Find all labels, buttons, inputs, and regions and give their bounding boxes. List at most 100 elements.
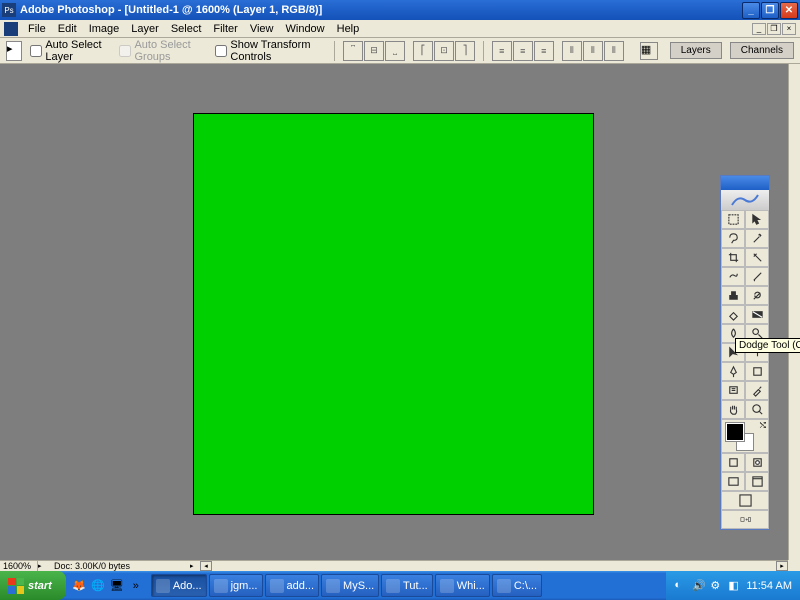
dist-vcenter-button[interactable]: ≡	[513, 41, 533, 61]
mdi-restore-button[interactable]: ❐	[767, 23, 781, 35]
zoom-field[interactable]: 1600%	[0, 561, 38, 571]
task-explorer[interactable]: C:\...	[492, 574, 542, 597]
wand-tool[interactable]	[745, 229, 769, 248]
foreground-color-swatch[interactable]	[726, 423, 744, 441]
dist-left-button[interactable]: ⦀	[562, 41, 582, 61]
photoshop-logo-icon	[721, 190, 769, 210]
auto-select-layer-checkbox[interactable]: Auto Select Layer	[30, 39, 111, 63]
task-mysql[interactable]: MyS...	[321, 574, 379, 597]
shape-tool[interactable]	[745, 362, 769, 381]
lasso-tool[interactable]	[721, 229, 745, 248]
notes-tool[interactable]	[721, 381, 745, 400]
menu-window[interactable]: Window	[280, 22, 331, 36]
task-whi[interactable]: Whi...	[435, 574, 490, 597]
brush-tool[interactable]	[745, 267, 769, 286]
toolbox-drag-handle[interactable]	[721, 176, 769, 190]
close-button[interactable]: ✕	[780, 2, 798, 19]
minimize-button[interactable]: _	[742, 2, 760, 19]
canvas[interactable]	[193, 113, 594, 515]
menu-file[interactable]: File	[22, 22, 52, 36]
dist-right-button[interactable]: ⦀	[604, 41, 624, 61]
eraser-tool[interactable]	[721, 305, 745, 324]
vertical-scrollbar[interactable]	[788, 64, 800, 560]
screen-standard-button[interactable]	[721, 472, 745, 491]
align-hcenter-button[interactable]: ⊡	[434, 41, 454, 61]
move-tool[interactable]	[745, 210, 769, 229]
start-label: start	[28, 580, 52, 592]
menu-help[interactable]: Help	[331, 22, 366, 36]
mdi-close-button[interactable]: ×	[782, 23, 796, 35]
align-right-button[interactable]: ⎤	[455, 41, 475, 61]
swap-colors-icon[interactable]: ⤭	[760, 421, 766, 431]
tray-icon[interactable]: ◧	[728, 579, 742, 593]
align-buttons: ⎴ ⊟ ⎵	[343, 41, 405, 61]
ql-desktop-icon[interactable]: 🖥	[108, 575, 126, 597]
standard-mode-button[interactable]	[721, 453, 745, 472]
color-swatches: ⤭	[721, 419, 769, 453]
imageready-button[interactable]	[721, 510, 769, 529]
menu-image[interactable]: Image	[83, 22, 126, 36]
align-top-button[interactable]: ⎴	[343, 41, 363, 61]
ql-firefox-icon[interactable]: 🦊	[70, 575, 88, 597]
maximize-button[interactable]: ❐	[761, 2, 779, 19]
task-tut[interactable]: Tut...	[381, 574, 433, 597]
menu-view[interactable]: View	[244, 22, 280, 36]
palette-well-button[interactable]: ▦	[640, 42, 658, 60]
history-brush-tool[interactable]	[745, 286, 769, 305]
mdi-minimize-button[interactable]: _	[752, 23, 766, 35]
clock[interactable]: 11:54 AM	[746, 580, 792, 592]
tool-preset-picker[interactable]: ▸	[6, 41, 22, 61]
auto-select-layer-label: Auto Select Layer	[45, 39, 111, 63]
scroll-right-icon[interactable]: ▸	[776, 561, 788, 571]
quickmask-mode-button[interactable]	[745, 453, 769, 472]
zoom-tool[interactable]	[745, 400, 769, 419]
palette-tab-layers[interactable]: Layers	[670, 42, 722, 59]
align-left-button[interactable]: ⎡	[413, 41, 433, 61]
start-button[interactable]: start	[0, 571, 66, 600]
dist-hcenter-button[interactable]: ⦀	[583, 41, 603, 61]
options-bar: ▸ Auto Select Layer Auto Select Groups S…	[0, 38, 800, 64]
align-bottom-button[interactable]: ⎵	[385, 41, 405, 61]
menu-filter[interactable]: Filter	[207, 22, 243, 36]
auto-select-groups-label: Auto Select Groups	[134, 39, 207, 63]
show-transform-label: Show Transform Controls	[230, 39, 326, 63]
eyedropper-tool[interactable]	[745, 381, 769, 400]
align-h-buttons: ⎡ ⊡ ⎤	[413, 41, 475, 61]
hand-tool[interactable]	[721, 400, 745, 419]
crop-tool[interactable]	[721, 248, 745, 267]
task-jgm[interactable]: jgm...	[209, 574, 263, 597]
ql-chevron-icon[interactable]: »	[127, 575, 145, 597]
dist-bottom-button[interactable]: ≡	[534, 41, 554, 61]
task-icon	[497, 579, 511, 593]
marquee-tool[interactable]	[721, 210, 745, 229]
slice-tool[interactable]	[745, 248, 769, 267]
screen-full-menu-button[interactable]	[745, 472, 769, 491]
tray-icon[interactable]: 🔊	[692, 579, 706, 593]
scroll-left-icon[interactable]: ◂	[200, 561, 212, 571]
menu-select[interactable]: Select	[165, 22, 208, 36]
taskbar: start 🦊 🌐 🖥 » Ado... jgm... add... MyS..…	[0, 571, 800, 600]
dist-top-button[interactable]: ≡	[492, 41, 512, 61]
palette-tab-channels[interactable]: Channels	[730, 42, 794, 59]
show-transform-checkbox[interactable]: Show Transform Controls	[215, 39, 326, 63]
pen-tool[interactable]	[721, 362, 745, 381]
menu-edit[interactable]: Edit	[52, 22, 83, 36]
status-flyout-icon[interactable]: ▸	[190, 562, 200, 570]
stamp-tool[interactable]	[721, 286, 745, 305]
window-title: Adobe Photoshop - [Untitled-1 @ 1600% (L…	[20, 4, 742, 16]
align-vcenter-button[interactable]: ⊟	[364, 41, 384, 61]
horizontal-scrollbar[interactable]: ◂ ▸	[200, 560, 788, 571]
menu-layer[interactable]: Layer	[125, 22, 165, 36]
gradient-tool[interactable]	[745, 305, 769, 324]
tray-icon[interactable]: ◐	[674, 579, 688, 593]
task-add[interactable]: add...	[265, 574, 320, 597]
ql-browser-icon[interactable]: 🌐	[89, 575, 107, 597]
task-photoshop[interactable]: Ado...	[151, 574, 207, 597]
work-area	[0, 64, 788, 571]
document-icon[interactable]	[4, 22, 18, 36]
default-colors-icon[interactable]	[724, 443, 732, 451]
status-menu-icon[interactable]: ▸	[38, 562, 48, 570]
screen-full-button[interactable]	[721, 491, 769, 510]
tray-icon[interactable]: ⚙	[710, 579, 724, 593]
heal-tool[interactable]	[721, 267, 745, 286]
